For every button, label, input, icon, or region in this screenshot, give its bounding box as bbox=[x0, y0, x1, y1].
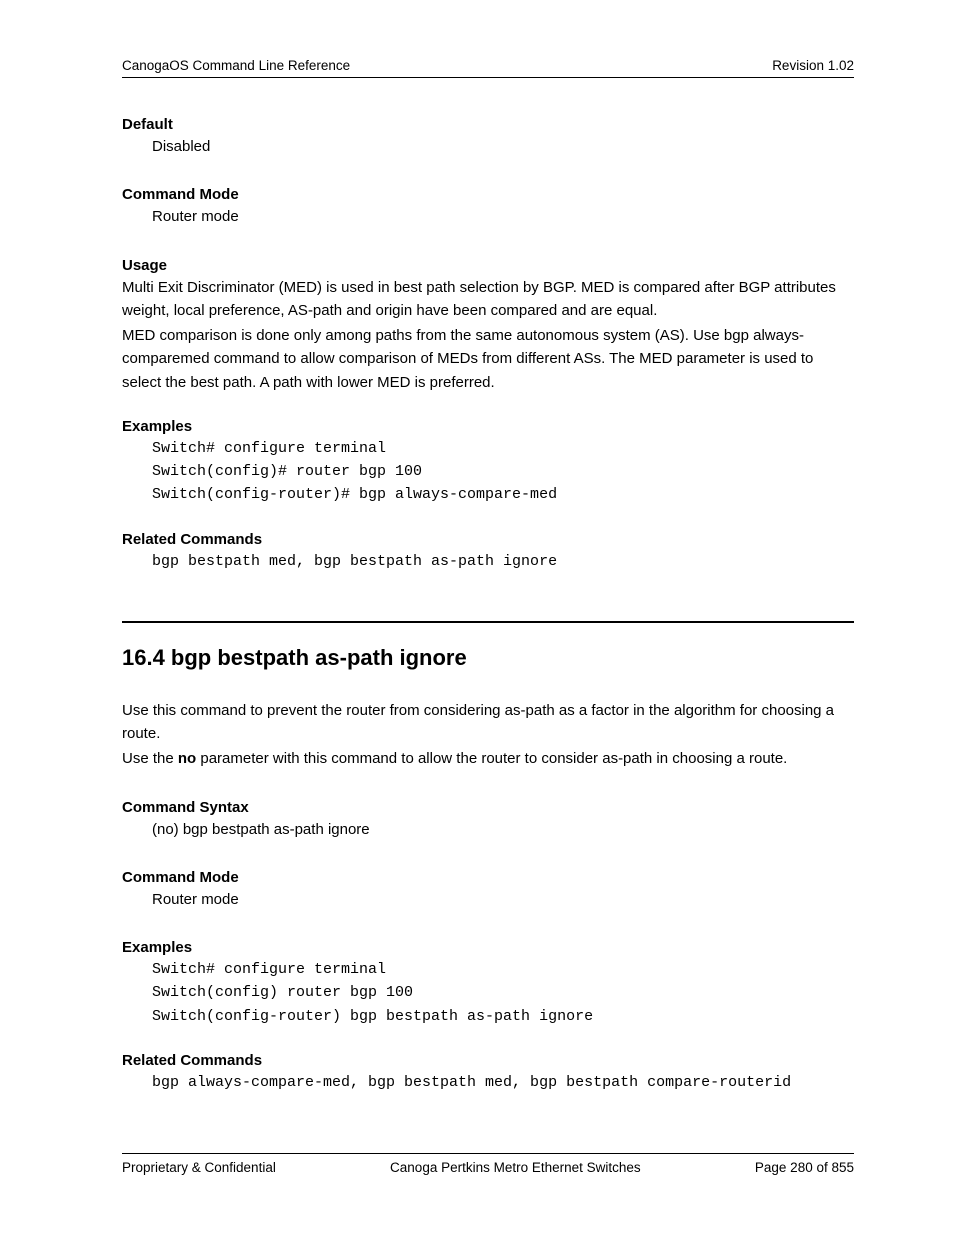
usage-paragraph-1: Multi Exit Discriminator (MED) is used i… bbox=[122, 276, 854, 323]
intro2-pre: Use the bbox=[122, 750, 178, 767]
command-syntax-heading: Command Syntax bbox=[122, 799, 854, 816]
related-commands-code-2: bgp always-compare-med, bgp bestpath med… bbox=[152, 1071, 854, 1094]
footer-middle: Canoga Pertkins Metro Ethernet Switches bbox=[276, 1160, 755, 1175]
default-heading: Default bbox=[122, 116, 854, 133]
default-value: Disabled bbox=[152, 135, 854, 158]
command-mode-heading-2: Command Mode bbox=[122, 869, 854, 886]
page: CanogaOS Command Line Reference Revision… bbox=[0, 0, 954, 1235]
page-header: CanogaOS Command Line Reference Revision… bbox=[122, 58, 854, 78]
examples-code: Switch# configure terminal Switch(config… bbox=[152, 437, 854, 507]
command-mode-heading: Command Mode bbox=[122, 186, 854, 203]
page-footer: Proprietary & Confidential Canoga Pertki… bbox=[122, 1153, 854, 1175]
usage-heading: Usage bbox=[122, 257, 854, 274]
related-commands-heading-2: Related Commands bbox=[122, 1052, 854, 1069]
command-syntax-value: (no) bgp bestpath as-path ignore bbox=[152, 818, 854, 841]
examples-heading: Examples bbox=[122, 418, 854, 435]
command-mode-value-2: Router mode bbox=[152, 888, 854, 911]
intro2-bold: no bbox=[178, 750, 196, 767]
footer-left: Proprietary & Confidential bbox=[122, 1160, 276, 1175]
header-left: CanogaOS Command Line Reference bbox=[122, 58, 350, 73]
footer-right: Page 280 of 855 bbox=[755, 1160, 854, 1175]
section-title: 16.4 bgp bestpath as-path ignore bbox=[122, 645, 854, 671]
intro-paragraph-2: Use the no parameter with this command t… bbox=[122, 747, 854, 770]
examples-code-2: Switch# configure terminal Switch(config… bbox=[152, 958, 854, 1028]
examples-heading-2: Examples bbox=[122, 939, 854, 956]
intro-paragraph-1: Use this command to prevent the router f… bbox=[122, 699, 854, 746]
command-mode-value: Router mode bbox=[152, 205, 854, 228]
section-divider bbox=[122, 621, 854, 623]
header-right: Revision 1.02 bbox=[772, 58, 854, 73]
related-commands-heading: Related Commands bbox=[122, 531, 854, 548]
related-commands-code: bgp bestpath med, bgp bestpath as-path i… bbox=[152, 550, 854, 573]
usage-paragraph-2: MED comparison is done only among paths … bbox=[122, 324, 854, 394]
intro2-post: parameter with this command to allow the… bbox=[196, 750, 787, 767]
